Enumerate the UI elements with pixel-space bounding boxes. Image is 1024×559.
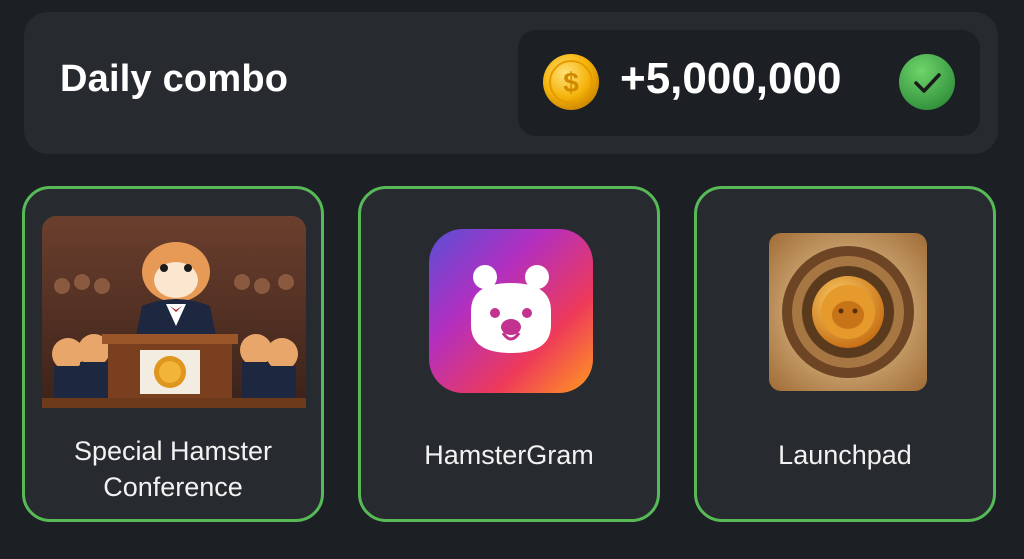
dollar-coin-icon: $	[543, 54, 599, 110]
hamster-conference-image	[42, 216, 306, 408]
daily-combo-title: Daily combo	[60, 58, 289, 100]
green-check-icon	[899, 54, 955, 110]
launchpad-coin-image	[769, 233, 927, 391]
combo-card-conference[interactable]: Special Hamster Conference	[22, 186, 324, 522]
reward-amount: +5,000,000	[620, 54, 842, 103]
card-label: Special Hamster Conference	[73, 436, 273, 502]
daily-combo-header: Daily combo $ +5,000,000	[24, 12, 998, 154]
combo-card-launchpad[interactable]: Launchpad	[694, 186, 996, 522]
reward-box: $ +5,000,000	[518, 30, 980, 136]
card-label: HamsterGram	[424, 440, 594, 470]
svg-text:$: $	[563, 67, 579, 98]
card-label: Launchpad	[778, 440, 912, 470]
hamstergram-app-icon	[429, 229, 593, 393]
combo-card-hamstergram[interactable]: HamsterGram	[358, 186, 660, 522]
